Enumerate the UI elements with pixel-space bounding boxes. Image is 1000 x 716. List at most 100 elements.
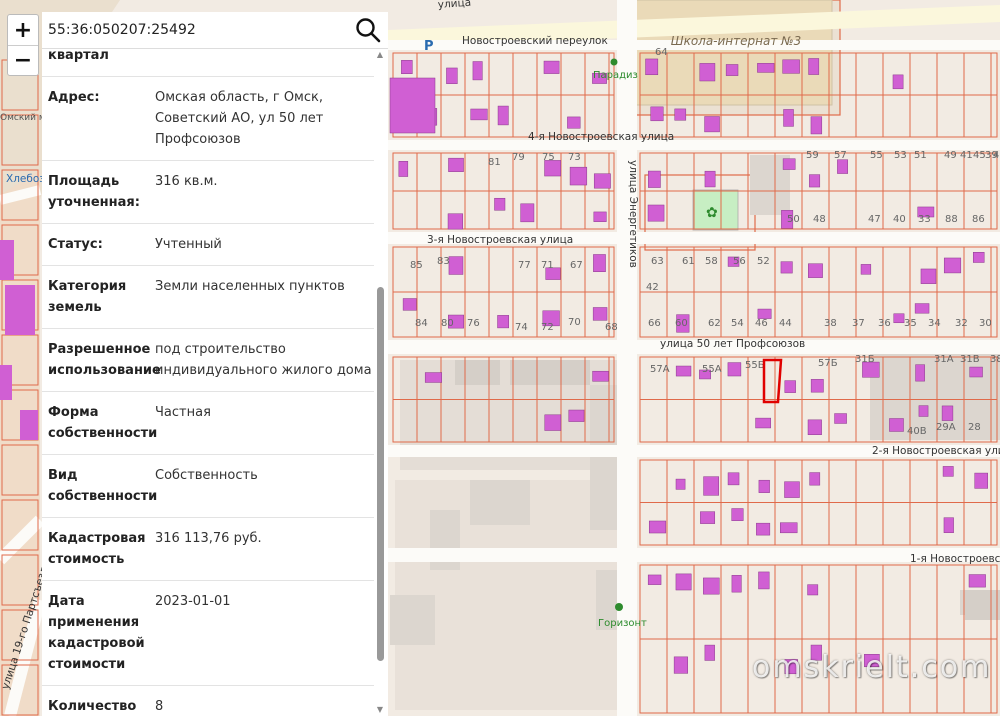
- building: [915, 364, 925, 382]
- poi-label: Горизонт: [598, 618, 647, 629]
- building: [758, 571, 770, 590]
- zoom-in-button[interactable]: +: [8, 15, 38, 45]
- building: [918, 405, 929, 417]
- street-label: 4-я Новостроевская улица: [528, 131, 674, 143]
- building: [780, 261, 793, 274]
- parcel-number: 64: [655, 47, 668, 58]
- building: [809, 472, 821, 486]
- info-rows: квартал Адрес: Омская область, г Омск, Со…: [42, 49, 374, 716]
- parcel-number: 71: [541, 260, 554, 271]
- parcel-number: 86: [972, 214, 985, 225]
- info-label: Адрес:: [48, 90, 100, 105]
- building: [974, 472, 988, 489]
- parcel-number: 55Б: [745, 360, 765, 371]
- info-value: 316 кв.м.: [155, 174, 218, 189]
- building: [783, 109, 794, 127]
- parcel-number: 77: [518, 260, 531, 271]
- zoom-out-button[interactable]: −: [8, 45, 38, 75]
- building: [834, 413, 847, 424]
- building: [782, 59, 800, 74]
- building: [569, 166, 588, 186]
- parcel-number: 29А: [936, 422, 956, 433]
- street-label: 2-я Новостроевская улица: [872, 445, 1000, 457]
- poi-label: Парадиз: [593, 70, 638, 81]
- parcel-number: 68: [605, 322, 618, 333]
- scroll-up-icon[interactable]: ▲: [374, 49, 386, 61]
- building: [892, 74, 904, 90]
- building: [731, 508, 744, 521]
- street-label: Новостроевский переулок: [462, 35, 608, 47]
- building: [446, 67, 458, 84]
- info-label: Вид собственности: [48, 468, 158, 504]
- parcel-number: 35: [904, 318, 917, 329]
- parcel-number: 53: [894, 150, 907, 161]
- parcel-number: 74: [515, 322, 528, 333]
- building: [647, 574, 662, 585]
- building: [648, 520, 667, 534]
- building: [472, 61, 483, 81]
- building: [968, 574, 986, 588]
- info-label: Дата применения кадастровой стоимости: [48, 594, 145, 672]
- search-icon: [356, 18, 381, 43]
- parcel-number: 88: [945, 214, 958, 225]
- street-label: 1-я Новостроевская улица: [910, 553, 1000, 565]
- building: [592, 307, 608, 321]
- parcel-number: 59: [806, 150, 819, 161]
- info-label: Разрешенное использование: [48, 342, 161, 378]
- building: [470, 108, 488, 121]
- parcel-number: 76: [467, 318, 480, 329]
- building: [809, 174, 821, 188]
- building: [807, 419, 822, 435]
- parcel-number: 84: [415, 318, 428, 329]
- parcel-number: 39: [985, 150, 998, 161]
- building: [448, 157, 464, 172]
- zoom-control: + −: [7, 14, 39, 76]
- parcel-number: 38Б: [990, 354, 1000, 365]
- building: [424, 372, 442, 383]
- scroll-thumb[interactable]: [377, 287, 384, 661]
- building: [807, 584, 819, 596]
- parcel-number: 79: [512, 152, 525, 163]
- panel-scrollbar[interactable]: ▲ ▼: [374, 49, 386, 716]
- info-label: Категория земель: [48, 279, 127, 315]
- parcel-number: 48: [813, 214, 826, 225]
- building: [675, 478, 686, 490]
- info-value: под строительство индивидуального жилого…: [155, 342, 372, 378]
- search-button[interactable]: [348, 12, 388, 49]
- building: [675, 573, 692, 591]
- poi-icon: [610, 58, 618, 66]
- info-value: Частная: [155, 405, 211, 420]
- info-row: Разрешенное использование под строительст…: [42, 329, 374, 392]
- parcel-number: 32: [955, 318, 968, 329]
- park-icon: ✿: [706, 205, 718, 221]
- building: [755, 417, 771, 429]
- parcel-number: 41: [960, 150, 973, 161]
- building: [727, 362, 742, 377]
- parcel-number: 70: [568, 317, 581, 328]
- info-value: Земли населенных пунктов: [155, 279, 345, 294]
- parcel-number: 52: [757, 256, 770, 267]
- parcel-number: 83: [437, 256, 450, 267]
- building: [941, 405, 954, 421]
- search-input[interactable]: [42, 12, 348, 48]
- building: [699, 63, 716, 82]
- parcel-info-panel: квартал Адрес: Омская область, г Омск, Со…: [42, 49, 388, 716]
- parcel-number: 37: [852, 318, 865, 329]
- school-label: Школа-интернат №3: [671, 34, 802, 48]
- watermark: omskrielt.com: [752, 650, 992, 685]
- parcel-number: 40В: [907, 426, 927, 437]
- info-row: Категория земель Земли населенных пунктов: [42, 266, 374, 329]
- info-label: Количество: [48, 699, 137, 714]
- parcel-number: 73: [568, 152, 581, 163]
- info-value: Омская область, г Омск, Советский АО, ул…: [155, 90, 324, 147]
- info-value: Собственность: [155, 468, 258, 483]
- building: [704, 644, 715, 661]
- street-label: улица Энергетиков: [627, 160, 639, 268]
- parcel-number: 28: [968, 422, 981, 433]
- info-row: Форма собственности Частная: [42, 392, 374, 455]
- street-label: улица 50 лет Профсоюзов: [660, 338, 805, 350]
- info-label: Кадастровая стоимость: [48, 531, 146, 567]
- scroll-down-icon[interactable]: ▼: [374, 704, 386, 716]
- building: [784, 481, 800, 498]
- info-value: Учтенный: [155, 237, 222, 252]
